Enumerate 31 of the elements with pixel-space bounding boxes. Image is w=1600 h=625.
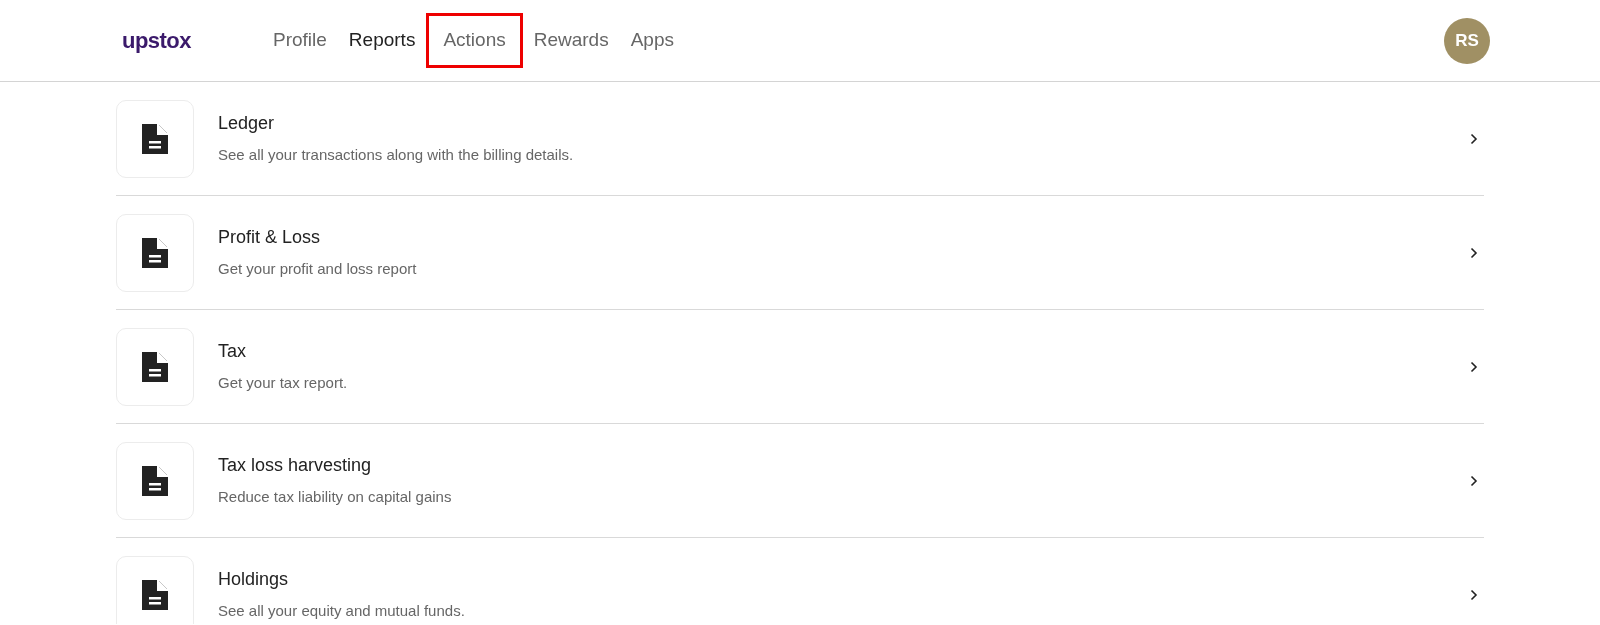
chevron-right-icon	[1470, 474, 1478, 487]
report-title: Tax loss harvesting	[218, 454, 373, 478]
report-description: Get your profit and loss report	[218, 259, 418, 280]
report-title: Ledger	[218, 112, 276, 136]
report-row[interactable]: Tax Get your tax report.	[116, 310, 1484, 424]
document-icon	[116, 327, 194, 406]
nav-tab[interactable]: Reports	[337, 13, 427, 68]
document-icon	[116, 441, 194, 520]
document-icon	[116, 99, 194, 178]
chevron-right-icon	[1470, 360, 1478, 373]
nav-tab[interactable]: Actions	[426, 13, 523, 68]
upstox-logo[interactable]: upstox	[122, 24, 262, 57]
report-description: See all your equity and mutual funds.	[218, 601, 466, 622]
chevron-right-icon	[1470, 246, 1478, 259]
nav-tab[interactable]: Profile	[262, 13, 338, 68]
report-row[interactable]: Profit & Loss Get your profit and loss report	[116, 196, 1484, 310]
nav-tab[interactable]: Apps	[619, 13, 685, 68]
report-row[interactable]: Tax loss harvesting Reduce tax liability on capital gains	[116, 424, 1484, 538]
report-title: Profit & Loss	[218, 226, 322, 250]
nav-tab[interactable]: Rewards	[522, 13, 620, 68]
report-row[interactable]: Ledger See all your transactions along with the billing details.	[116, 82, 1484, 196]
document-icon	[116, 213, 194, 292]
document-icon	[116, 555, 194, 624]
report-title: Holdings	[218, 568, 290, 592]
report-description: Reduce tax liability on capital gains	[218, 487, 453, 508]
chevron-right-icon	[1470, 132, 1478, 145]
report-title: Tax	[218, 340, 247, 364]
report-description: Get your tax report.	[218, 373, 349, 394]
report-description: See all your transactions along with the billing details.	[218, 145, 575, 166]
report-row[interactable]: Holdings See all your equity and mutual funds.	[116, 538, 1484, 624]
chevron-right-icon	[1470, 588, 1478, 601]
